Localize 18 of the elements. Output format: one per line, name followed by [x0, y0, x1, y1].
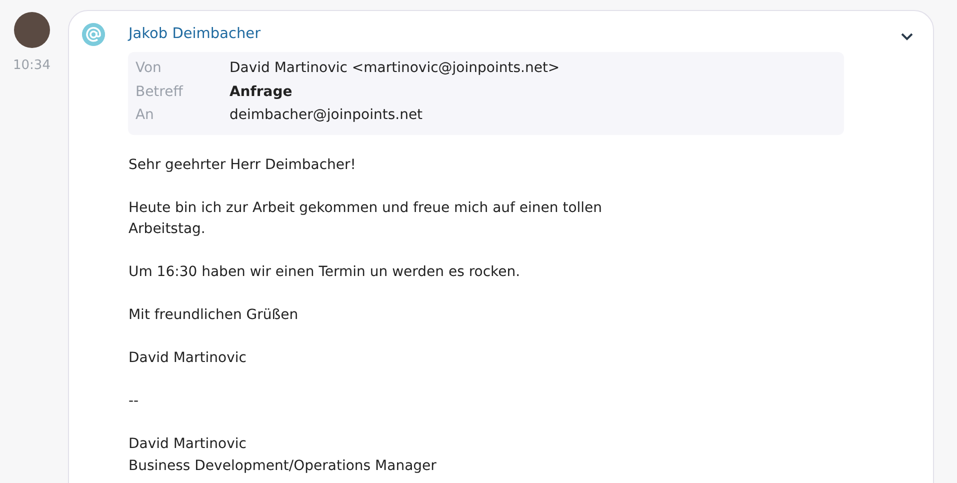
email-icon: [82, 23, 106, 46]
body-paragraph: Um 16:30 haben wir einen Termin un werden es rocken.: [128, 263, 522, 282]
avatar: [14, 12, 50, 48]
message-time: 10:34: [13, 57, 50, 75]
body-paragraph: Heute bin ich zur Arbeit gekommen und freue mich auf einen tollen Arbeitstag.: [128, 198, 604, 239]
header-label: Von: [135, 59, 162, 78]
chevron-icon[interactable]: [901, 33, 914, 42]
body-paragraph: David Martinovic Business Development/Operations Manager: [128, 435, 438, 476]
sender-name: Jakob Deimbacher: [128, 24, 261, 44]
body-paragraph: --: [128, 392, 140, 411]
body-paragraph: Sehr geehrter Herr Deimbacher!: [128, 156, 357, 174]
header-label: An: [135, 106, 155, 125]
header-label: Betreff: [135, 82, 184, 102]
header-value: deimbacher@joinpoints.net: [229, 106, 423, 125]
header-value: Anfrage: [229, 82, 292, 102]
header-value: David Martinovic <martinovic@joinpoints.net>: [229, 59, 560, 78]
body-paragraph: David Martinovic: [128, 349, 248, 368]
body-paragraph: Mit freundlichen Grüßen: [128, 306, 300, 325]
